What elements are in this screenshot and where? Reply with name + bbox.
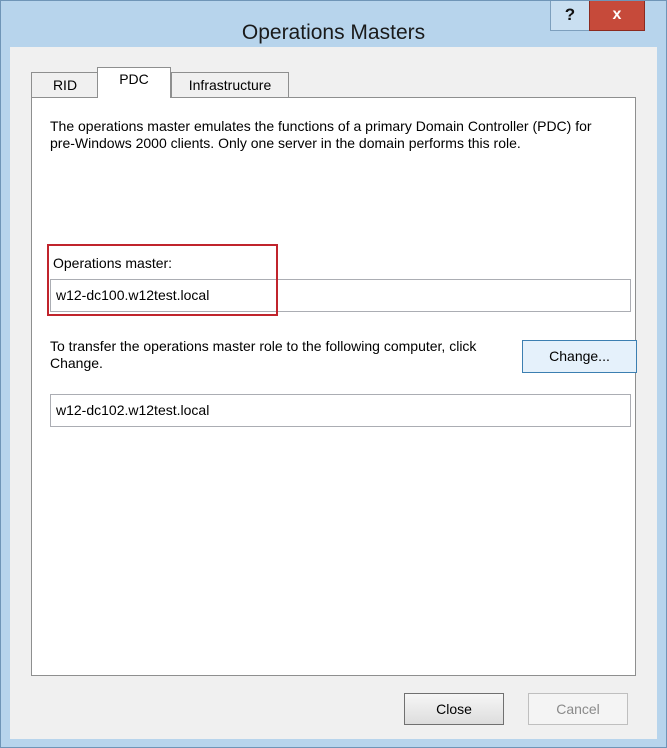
close-button[interactable]: Close: [404, 693, 504, 725]
dialog-client-area: RID PDC Infrastructure The operations ma…: [10, 47, 657, 739]
question-mark-icon: ?: [564, 5, 576, 24]
tab-pdc[interactable]: PDC: [97, 67, 171, 98]
cancel-button[interactable]: Cancel: [528, 693, 628, 725]
close-icon: x: [612, 6, 622, 23]
help-button[interactable]: ?: [550, 1, 590, 31]
title-bar[interactable]: Operations Masters ? x: [1, 1, 666, 47]
pdc-tab-panel: The operations master emulates the funct…: [31, 97, 637, 676]
window-close-button[interactable]: x: [589, 1, 645, 31]
target-computer-field[interactable]: w12-dc102.w12test.local: [50, 394, 631, 427]
operations-masters-dialog: Operations Masters ? x RID PDC Infrastru…: [0, 0, 667, 748]
highlight-box: [47, 244, 278, 316]
transfer-instructions: To transfer the operations master role t…: [50, 338, 477, 371]
role-description: The operations master emulates the funct…: [50, 118, 592, 151]
change-button[interactable]: Change...: [522, 340, 637, 373]
tab-rid[interactable]: RID: [31, 72, 99, 97]
tab-infrastructure[interactable]: Infrastructure: [171, 72, 289, 97]
